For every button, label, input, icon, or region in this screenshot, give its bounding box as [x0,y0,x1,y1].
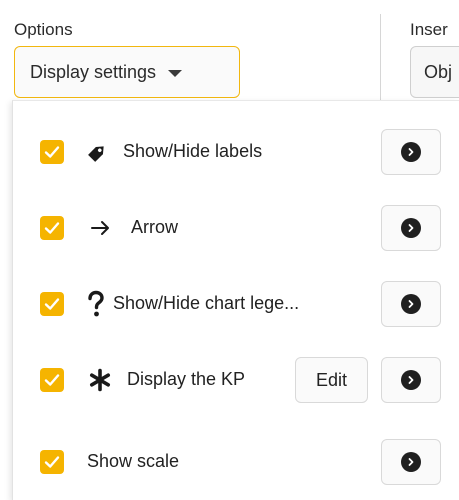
toolbar-divider [380,14,381,104]
menu-item-label: Display the KP [127,369,246,389]
asterisk-icon [87,364,113,396]
chevron-right-icon [401,294,421,314]
menu-item-show-scale[interactable]: Show scale [13,436,459,488]
show-hide-labels-checkbox[interactable] [40,140,64,164]
display-the-kp-checkbox[interactable] [40,368,64,392]
show-hide-chart-legend-open-button[interactable] [381,281,441,327]
arrow-open-button[interactable] [381,205,441,251]
insert-group-label: Inser [410,20,448,39]
menu-item-show-hide-chart-legend[interactable]: Show/Hide chart lege... [13,278,459,330]
chevron-right-icon [401,218,421,238]
display-settings-menu: Show/Hide labels Arrow Show/Hide chart l… [12,100,459,500]
tag-icon [85,136,111,168]
insert-object-label: Obj [424,61,453,82]
menu-item-label: Show/Hide labels [123,141,263,161]
show-hide-labels-open-button[interactable] [381,129,441,175]
menu-item-show-hide-labels[interactable]: Show/Hide labels [13,126,459,178]
menu-item-arrow[interactable]: Arrow [13,202,459,254]
arrow-checkbox[interactable] [40,216,64,240]
menu-item-label: Show/Hide chart lege... [113,293,300,313]
chevron-down-icon [168,69,183,77]
show-hide-chart-legend-checkbox[interactable] [40,292,64,316]
display-the-kp-open-button[interactable] [381,357,441,403]
display-settings-label: Display settings [30,61,157,82]
menu-item-display-the-kp[interactable]: Display the KP Edit [13,354,459,406]
display-settings-dropdown[interactable]: Display settings [14,46,240,98]
chevron-right-icon [401,370,421,390]
chevron-right-icon [401,142,421,162]
chevron-right-icon [401,452,421,472]
edit-kp-button[interactable]: Edit [295,357,368,403]
show-scale-checkbox[interactable] [40,450,64,474]
show-scale-open-button[interactable] [381,439,441,485]
question-mark-icon [83,288,109,320]
menu-item-label: Arrow [131,217,179,237]
options-group-label: Options [14,20,73,39]
arrow-right-icon [88,212,114,244]
menu-item-label: Show scale [87,451,180,471]
insert-object-button[interactable]: Obj [410,46,459,98]
